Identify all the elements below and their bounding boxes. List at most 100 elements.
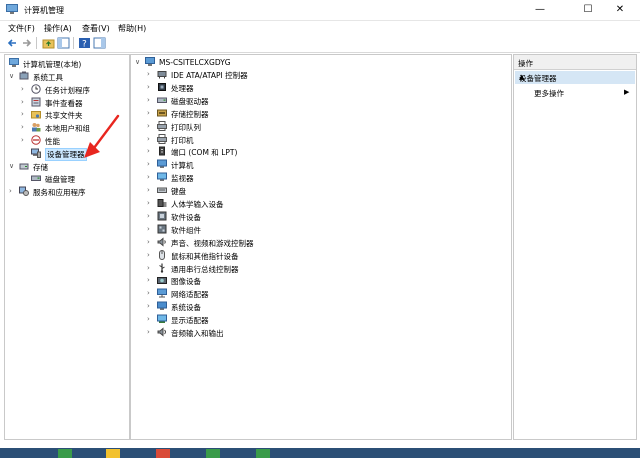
device-category-label: 监视器 [171,174,194,184]
forward-arrow-icon[interactable] [20,37,33,49]
taskbar-app-icon[interactable] [106,449,120,458]
device-list-pane[interactable]: ∨ MS-CSITELCXGDYG › IDE ATA/ATAPI 控制器 › 处理器… [130,54,512,440]
device-category-row[interactable]: › 显示适配器 [147,313,487,325]
computer-node[interactable]: ∨ MS-CSITELCXGDYG [135,56,495,68]
disk-icon [31,173,41,183]
device-category-label: 磁盘驱动器 [171,96,209,106]
tree-item[interactable]: › 服务和应用程序 [9,185,125,197]
expand-chevron-icon[interactable]: › [147,173,154,181]
expand-chevron-icon[interactable]: › [21,98,28,106]
expand-chevron-icon[interactable]: › [21,123,28,131]
expand-chevron-icon[interactable]: › [147,135,154,143]
device-category-row[interactable]: › 处理器 [147,81,487,93]
taskbar-app-icon[interactable] [206,449,220,458]
expand-chevron-icon[interactable]: › [147,122,154,130]
collapse-chevron-icon[interactable]: ∨ [9,72,16,80]
tree-item[interactable]: ∨ 系统工具 [9,70,125,82]
expand-chevron-icon[interactable]: › [147,328,154,336]
device-category-row[interactable]: › 监视器 [147,171,487,183]
device-category-row[interactable]: › 人体学输入设备 [147,197,487,209]
device-category-label: 处理器 [171,83,194,93]
menu-help[interactable]: 帮助(H) [118,23,146,34]
device-category-row[interactable]: › IDE ATA/ATAPI 控制器 [147,68,487,80]
menu-view[interactable]: 查看(V) [82,23,110,34]
network-adapter-icon [157,288,167,298]
expand-chevron-icon[interactable]: › [147,251,154,259]
device-category-row[interactable]: › 图像设备 [147,274,487,286]
device-category-row[interactable]: › 存储控制器 [147,107,487,119]
device-category-row[interactable]: › 软件设备 [147,210,487,222]
tree-item[interactable]: 磁盘管理 [21,172,125,184]
actions-section-device-manager[interactable]: 设备管理器 ▲ [515,71,635,84]
expand-chevron-icon[interactable]: › [147,70,154,78]
device-category-label: 软件设备 [171,212,201,222]
disk-drive-icon [157,95,167,105]
expand-chevron-icon[interactable]: › [147,96,154,104]
expand-chevron-icon[interactable]: › [147,264,154,272]
device-category-row[interactable]: › 声音、视频和游戏控制器 [147,236,487,248]
device-category-row[interactable]: › 网络适配器 [147,287,487,299]
expand-chevron-icon[interactable]: › [147,109,154,117]
device-category-row[interactable]: › 磁盘驱动器 [147,94,487,106]
device-category-row[interactable]: › 系统设备 [147,300,487,312]
actions-pane: 操作 设备管理器 ▲ 更多操作 ▶ [513,54,637,440]
device-category-row[interactable]: › 打印队列 [147,120,487,132]
expand-chevron-icon[interactable]: › [9,187,16,195]
maximize-button[interactable]: ☐ [574,0,602,20]
menu-action[interactable]: 操作(A) [44,23,72,34]
more-actions-link[interactable]: 更多操作 [534,88,564,99]
collapse-chevron-icon[interactable]: ∨ [135,58,142,66]
tree-item[interactable]: ∨ 存储 [9,160,125,172]
expand-chevron-icon[interactable]: › [147,83,154,91]
device-category-row[interactable]: › 软件组件 [147,223,487,235]
taskbar-app-icon[interactable] [58,449,72,458]
close-button[interactable]: ✕ [606,0,634,20]
expand-chevron-icon[interactable]: › [147,147,154,155]
expand-chevron-icon[interactable]: › [147,225,154,233]
help-icon[interactable]: ? [78,37,91,49]
device-category-row[interactable]: › 打印机 [147,133,487,145]
tree-item[interactable]: › 任务计划程序 [21,83,125,95]
taskbar-app-icon[interactable] [156,449,170,458]
show-hide-action-pane-icon[interactable] [93,37,106,49]
tree-root[interactable]: 计算机管理(本地) [7,57,127,69]
title-bar[interactable]: 计算机管理 — ☐ ✕ [0,0,640,21]
toolbar-separator [36,37,37,49]
tree-item-label: 事件查看器 [45,98,83,108]
device-category-row[interactable]: › 鼠标和其他指针设备 [147,249,487,261]
back-arrow-icon[interactable] [6,37,19,49]
expand-chevron-icon[interactable]: › [147,199,154,207]
device-category-row[interactable]: › 音频输入和输出 [147,326,487,338]
show-hide-tree-icon[interactable] [57,37,70,49]
device-category-row[interactable]: › 端口 (COM 和 LPT) [147,145,487,157]
window-title: 计算机管理 [24,6,64,15]
sound-icon [157,237,167,247]
folder-up-icon[interactable] [42,37,55,49]
device-category-row[interactable]: › 通用串行总线控制器 [147,262,487,274]
expand-chevron-icon[interactable]: › [147,186,154,194]
menu-file[interactable]: 文件(F) [8,23,35,34]
display-adapter-icon [157,314,167,324]
device-category-row[interactable]: › 键盘 [147,184,487,196]
minimize-button[interactable]: — [526,0,554,20]
tree-item-label: 共享文件夹 [45,111,83,121]
tree-item[interactable]: › 事件查看器 [21,96,125,108]
expand-chevron-icon[interactable]: › [21,136,28,144]
expand-chevron-icon[interactable]: › [147,302,154,310]
device-category-label: 键盘 [171,187,186,197]
expand-chevron-icon[interactable]: › [147,238,154,246]
expand-chevron-icon[interactable]: › [147,212,154,220]
collapse-chevron-icon[interactable]: ∨ [9,162,16,170]
monitor-icon [157,172,167,182]
expand-chevron-icon[interactable]: › [147,276,154,284]
expand-chevron-icon[interactable]: › [21,110,28,118]
expand-chevron-icon[interactable]: › [147,289,154,297]
usb-icon [157,263,167,273]
expand-chevron-icon[interactable]: › [147,315,154,323]
expand-chevron-icon[interactable]: › [21,85,28,93]
taskbar-app-icon[interactable] [256,449,270,458]
actions-header: 操作 [514,55,636,70]
collapse-up-icon[interactable]: ▲ [519,73,631,81]
device-category-row[interactable]: › 计算机 [147,158,487,170]
expand-chevron-icon[interactable]: › [147,160,154,168]
